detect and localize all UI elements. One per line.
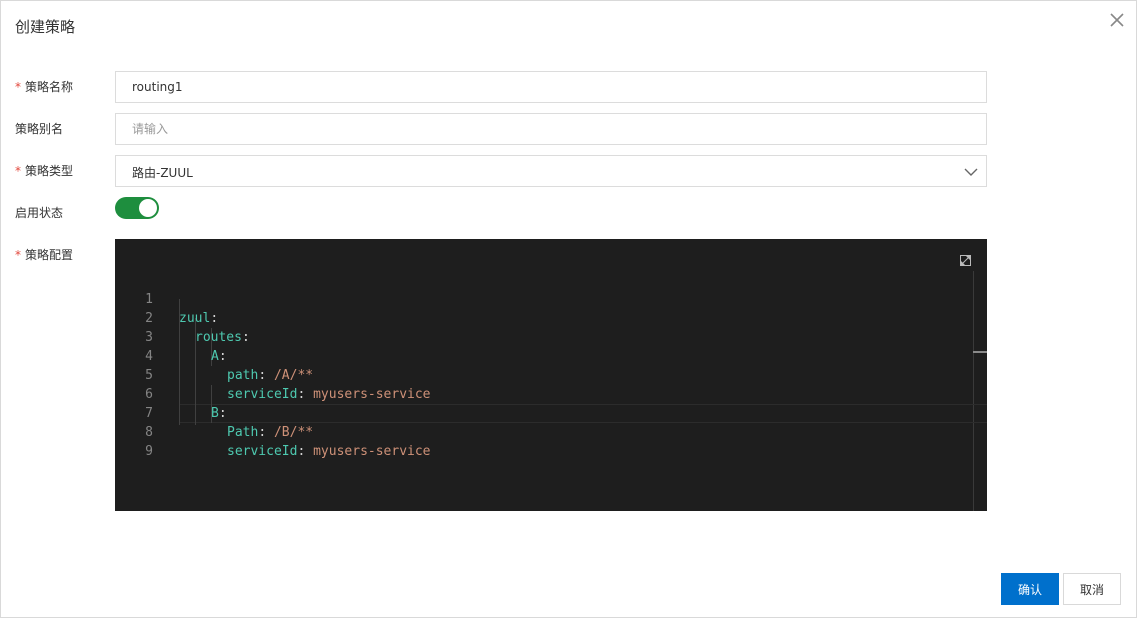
code-line: 7 Path: /B/** — [115, 385, 973, 440]
policy-config-label: * 策略配置 — [15, 247, 73, 263]
policy-alias-input[interactable] — [115, 113, 987, 145]
code-line: 4 path: /A/** — [115, 328, 973, 383]
expand-icon — [960, 255, 971, 266]
code-line: 8 serviceId: myusers-service — [115, 404, 973, 459]
toggle-knob — [139, 199, 157, 217]
fullscreen-button[interactable] — [960, 251, 971, 266]
required-mark: * — [15, 248, 21, 262]
chevron-down-icon — [964, 168, 978, 176]
code-line: 2 routes: — [115, 290, 973, 345]
policy-alias-label: 策略别名 — [15, 122, 64, 136]
policy-name-input[interactable] — [115, 71, 987, 103]
policy-name-label-text: 策略名称 — [25, 80, 74, 94]
close-icon — [1110, 13, 1124, 27]
code-line: 6 B: — [115, 366, 973, 421]
required-mark: * — [15, 80, 21, 94]
policy-type-label-text: 策略类型 — [25, 164, 74, 178]
confirm-button[interactable]: 确认 — [1001, 573, 1059, 605]
code-line: 3 A: — [115, 309, 973, 364]
policy-type-label: * 策略类型 — [15, 163, 73, 179]
editor-scrollbar[interactable] — [973, 271, 987, 511]
policy-type-select[interactable]: 路由-ZUUL — [115, 155, 987, 187]
yaml-key: serviceId — [227, 444, 298, 459]
line-number: 9 — [145, 444, 153, 459]
code-line: 5 serviceId: myusers-service — [115, 347, 973, 402]
cancel-button[interactable]: 取消 — [1063, 573, 1121, 605]
status-toggle[interactable] — [115, 197, 159, 219]
yaml-value: myusers-service — [305, 444, 431, 459]
code-line: 1 zuul: — [115, 271, 973, 326]
policy-type-value: 路由-ZUUL — [132, 166, 193, 180]
code-editor[interactable]: 1 zuul: 2 routes: 3 A: 4 path: /A/** 5 s… — [115, 239, 987, 511]
required-mark: * — [15, 164, 21, 178]
policy-config-label-text: 策略配置 — [25, 248, 74, 262]
status-label: 启用状态 — [15, 206, 64, 220]
close-button[interactable] — [1106, 9, 1128, 31]
editor-scroll-thumb[interactable] — [973, 351, 987, 353]
policy-name-label: * 策略名称 — [15, 79, 73, 95]
create-policy-dialog: 创建策略 * 策略名称 策略别名 * 策略类型 路由-ZUUL 启用状态 * 策略配置 — [0, 0, 1137, 618]
dialog-title: 创建策略 — [15, 18, 76, 36]
code-line: 9 — [115, 423, 973, 459]
